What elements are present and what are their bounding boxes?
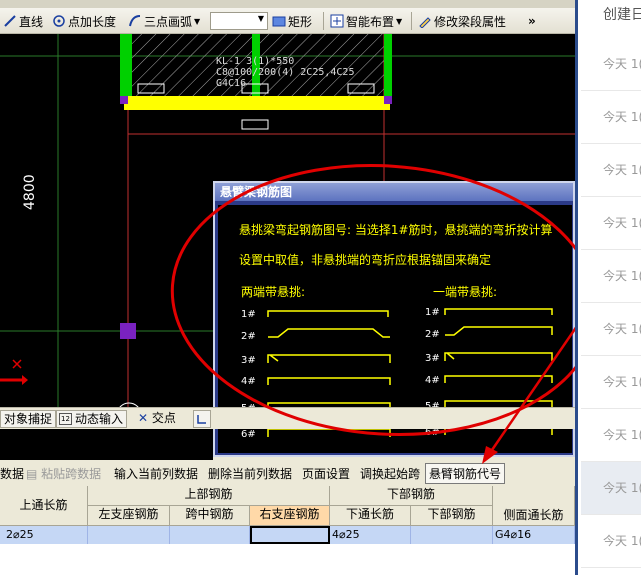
column-left <box>120 34 132 100</box>
header-mid-span[interactable]: 跨中钢筋 <box>170 506 250 526</box>
cell-left-support[interactable] <box>88 526 170 544</box>
dynamic-input-toggle[interactable]: 12 动态输入 <box>56 410 128 428</box>
object-snap-toggle[interactable]: 对象捕捉 <box>0 410 57 428</box>
smart-layout-button[interactable]: 智能布置 ▼ <box>330 12 402 30</box>
list-item[interactable]: 今天 1( <box>581 409 641 462</box>
toolbar-separator <box>323 12 324 30</box>
intersection-icon: ✕ <box>138 411 149 425</box>
rebar-shape-2 <box>268 328 390 338</box>
dropdown-arrow-icon: ▼ <box>396 16 403 26</box>
header-left-support[interactable]: 左支座钢筋 <box>88 506 170 526</box>
edit-beam-icon <box>418 14 432 29</box>
menu-strip <box>0 0 575 8</box>
rectangle-icon <box>272 14 286 28</box>
header-side-long[interactable]: 侧面通长筋 <box>493 486 575 526</box>
header-bottom-long[interactable]: 下通长筋 <box>330 506 411 526</box>
header-group-top: 上部钢筋 <box>88 486 330 506</box>
list-item[interactable]: 今天 1( <box>581 515 641 568</box>
rebar-shape-4-right <box>444 375 553 383</box>
dialog-title[interactable]: 悬臂梁钢筋图 <box>215 183 573 201</box>
beam-annotation: KL-1 3(1)*550 C8@100/200(4) 2C25,4C25 G4… <box>216 56 354 89</box>
line-icon <box>3 14 17 28</box>
table-empty-area <box>0 544 575 575</box>
dynamic-input-label: 动态输入 <box>75 412 124 426</box>
point-length-button[interactable]: 点加长度 <box>52 12 116 30</box>
beam <box>124 96 390 110</box>
cantilever-rebar-code-button[interactable]: 悬臂钢筋代号 <box>425 463 506 484</box>
snap-statusbar: 对象捕捉 12 动态输入 ✕ 交点 <box>0 407 575 429</box>
toolbar-overflow-button[interactable]: » <box>528 12 536 30</box>
beam-node <box>120 96 128 104</box>
beam-node <box>384 96 392 104</box>
canvas-lower <box>0 429 213 460</box>
list-item[interactable]: 今天 1( <box>581 38 641 91</box>
header-group-bottom: 下部钢筋 <box>330 486 493 506</box>
rebar-shape-4 <box>267 377 391 385</box>
drawing-toolbar: 直线 点加长度 三点画弧 ▼ ▼ 矩形 智能布置 ▼ 修改梁段属性 » <box>0 0 575 34</box>
list-item[interactable]: 今天 1( <box>581 356 641 409</box>
column-right <box>384 34 392 100</box>
rebar-shape-1 <box>267 310 389 317</box>
cell-bottom-long[interactable]: 4⌀25 <box>330 526 411 544</box>
input-column-button[interactable]: 输入当前列数据 <box>114 465 198 482</box>
rebar-shape-1-right <box>444 308 553 315</box>
toolbar-separator <box>411 12 412 30</box>
point-length-icon <box>52 14 66 28</box>
list-item[interactable]: 今天 1( <box>581 144 641 197</box>
table-action-bar: 数据 ▤ 粘贴跨数据 输入当前列数据 删除当前列数据 页面设置 调换起始跨 悬臂… <box>0 460 575 484</box>
page-setup-button[interactable]: 页面设置 <box>302 465 350 482</box>
perpendicular-icon <box>197 415 206 424</box>
three-point-arc-button[interactable]: 三点画弧 ▼ <box>128 12 200 30</box>
chevron-down-icon: ▼ <box>257 14 264 23</box>
intersection-toggle[interactable]: ✕ 交点 <box>136 410 179 428</box>
line-button[interactable]: 直线 <box>3 12 43 30</box>
rebar-shape-3-right <box>444 352 553 361</box>
rebar-shape-2-right <box>445 326 553 336</box>
layer-combo[interactable]: ▼ <box>210 12 268 30</box>
rectangle-button[interactable]: 矩形 <box>272 12 312 30</box>
list-item[interactable]: 今天 1( <box>581 250 641 303</box>
beam-label: KL-1 3(1)*550 <box>216 56 295 67</box>
cell-top-long[interactable]: 2⌀25 <box>4 526 88 544</box>
data-button[interactable]: 数据 <box>0 465 24 482</box>
cell-bottom[interactable] <box>411 526 493 544</box>
list-item[interactable]: 今天 1( <box>581 197 641 250</box>
cell-mid-span[interactable] <box>170 526 250 544</box>
edit-beam-attributes-button[interactable]: 修改梁段属性 <box>418 12 506 30</box>
rebar-shape-3 <box>267 354 391 363</box>
cell-side-long[interactable]: G4⌀16 <box>493 526 575 544</box>
list-item-selected[interactable]: 今天 1( <box>581 462 641 515</box>
file-list-panel: 创建日 今天 1( 今天 1( 今天 1( 今天 1( 今天 1( 今天 1( … <box>575 0 641 575</box>
beam-rebar: C8@100/200(4) 2C25,4C25 <box>216 67 355 78</box>
axis-arrow-head <box>22 375 28 385</box>
dimension-label: 4800 <box>22 174 38 210</box>
list-item[interactable]: 今天 1( <box>581 91 641 144</box>
list-item[interactable]: 今天 1( <box>581 303 641 356</box>
paste-icon: ▤ <box>26 467 38 481</box>
header-top-long[interactable]: 上通长筋 <box>0 486 88 526</box>
beam-marker <box>241 119 269 130</box>
paste-span-label: 粘贴跨数据 <box>41 467 102 481</box>
smart-layout-icon <box>330 14 344 28</box>
header-right-support[interactable]: 右支座钢筋 <box>250 506 330 526</box>
column-node <box>120 323 136 339</box>
swap-start-span-button[interactable]: 调换起始跨 <box>360 465 420 482</box>
cell-right-support-editing[interactable] <box>250 526 330 544</box>
dropdown-arrow-icon: ▼ <box>194 16 201 26</box>
perpendicular-snap-button[interactable] <box>193 410 211 428</box>
header-bottom[interactable]: 下部钢筋 <box>411 506 493 526</box>
column-header-created[interactable]: 创建日 <box>581 0 641 36</box>
rebar-shape-6 <box>267 428 391 437</box>
paste-span-data-button[interactable]: ▤ 粘贴跨数据 <box>26 465 101 482</box>
intersection-label: 交点 <box>151 411 176 425</box>
arc-icon <box>128 14 142 28</box>
beam-side-rebar: G4C16 <box>216 78 247 89</box>
dynamic-input-icon: 12 <box>59 413 72 425</box>
delete-column-button[interactable]: 删除当前列数据 <box>208 465 292 482</box>
